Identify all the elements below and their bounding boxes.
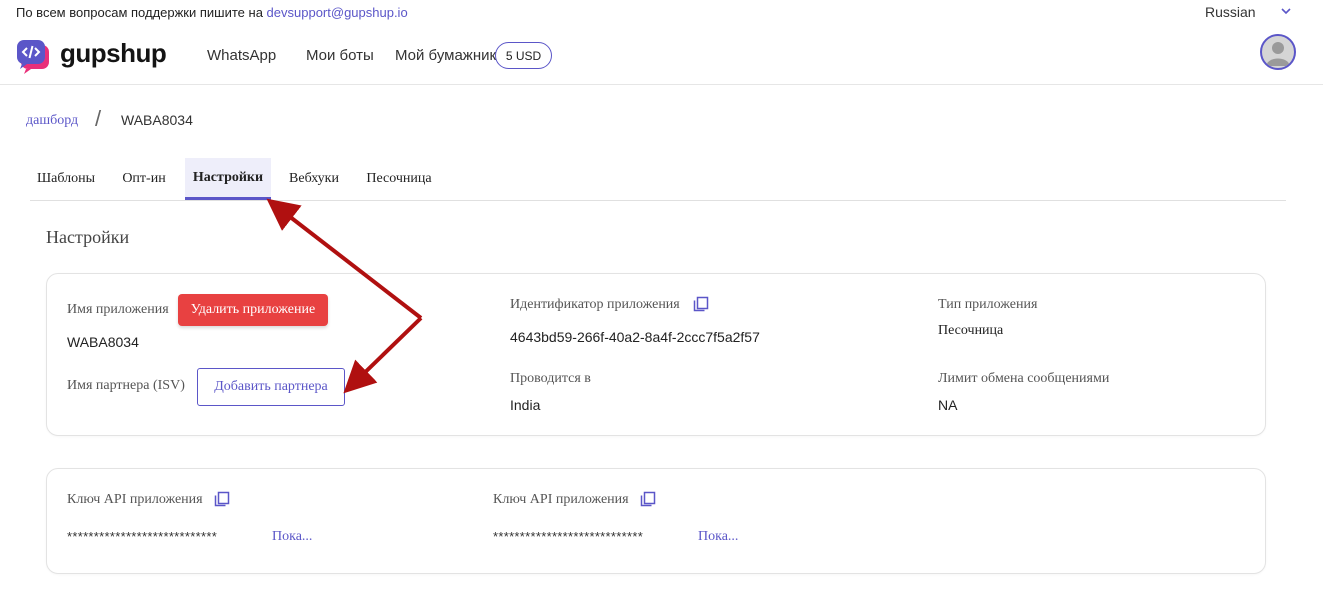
nav-whatsapp[interactable]: WhatsApp [207, 47, 276, 64]
breadcrumb-dashboard-link[interactable]: дашборд [26, 113, 78, 129]
messaging-limit-value: NA [938, 397, 958, 413]
gupshup-logo-icon[interactable] [16, 38, 54, 74]
tab-webhooks[interactable]: Вебхуки [282, 158, 346, 200]
nav-my-bots[interactable]: Мои боты [306, 47, 374, 64]
nav-wallet[interactable]: Мой бумажник [395, 47, 496, 64]
user-avatar-icon[interactable] [1260, 34, 1296, 70]
tab-settings[interactable]: Настройки [185, 158, 271, 200]
copy-icon[interactable] [640, 491, 656, 507]
app-type-value: Песочница [938, 323, 1004, 338]
wallet-balance-badge[interactable]: 5 USD [495, 42, 552, 69]
copy-icon[interactable] [214, 491, 230, 507]
support-email-link[interactable]: devsupport@gupshup.io [267, 5, 408, 20]
app-name-value: WABA8034 [67, 334, 139, 350]
hosted-value: India [510, 397, 541, 413]
partner-label: Имя партнера (ISV) [67, 378, 185, 393]
support-text: По всем вопросам поддержки пишите на [16, 5, 263, 20]
brand-name: gupshup [60, 38, 167, 68]
app-id-label: Идентификатор приложения [510, 297, 680, 312]
app-details-card: Имя приложения Удалить приложение WABA80… [46, 273, 1266, 436]
api-key-masked: **************************** [493, 529, 644, 544]
show-api-key-link[interactable]: Пока... [272, 529, 312, 545]
app-type-label: Тип приложения [938, 297, 1038, 312]
add-partner-button[interactable]: Добавить партнера [197, 368, 345, 406]
tab-opt-in[interactable]: Опт-ин [112, 158, 176, 200]
chevron-down-icon [1281, 8, 1291, 15]
breadcrumb-current: WABA8034 [121, 112, 193, 128]
app-header: gupshup WhatsApp Мои боты Мой бумажник 5… [0, 30, 1323, 85]
language-selector[interactable]: Russian [1205, 4, 1291, 20]
api-key-label: Ключ API приложения [67, 492, 203, 507]
section-title: Настройки [46, 227, 130, 247]
tab-templates[interactable]: Шаблоны [30, 158, 102, 200]
support-notice: По всем вопросам поддержки пишите на dev… [16, 5, 408, 20]
api-keys-card: Ключ API приложения ********************… [46, 468, 1266, 574]
show-api-key-link[interactable]: Пока... [698, 529, 738, 545]
api-key-label: Ключ API приложения [493, 492, 629, 507]
api-key-masked: **************************** [67, 529, 218, 544]
hosted-label: Проводится в [510, 371, 591, 386]
tab-bar: Шаблоны Опт-ин Настройки Вебхуки Песочни… [30, 158, 1286, 201]
app-name-label: Имя приложения [67, 302, 169, 317]
tab-sandbox[interactable]: Песочница [358, 158, 440, 200]
app-id-value: 4643bd59-266f-40a2-8a4f-2ccc7f5a2f57 [510, 329, 760, 345]
language-label: Russian [1205, 4, 1256, 20]
copy-icon[interactable] [693, 296, 709, 312]
messaging-limit-label: Лимит обмена сообщениями [938, 371, 1110, 386]
delete-app-button[interactable]: Удалить приложение [178, 294, 328, 326]
breadcrumb-separator: / [95, 106, 102, 131]
